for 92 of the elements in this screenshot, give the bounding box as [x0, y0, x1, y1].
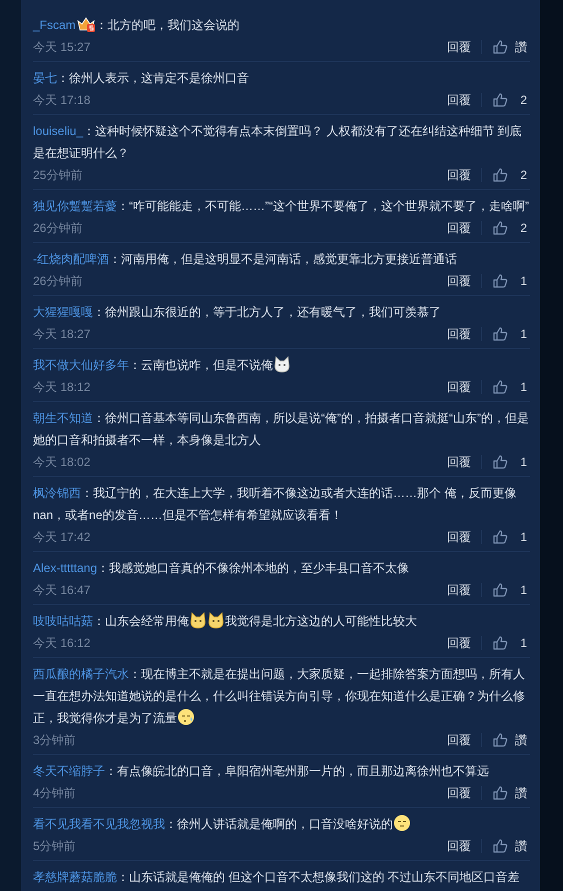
- thumbs-up-icon: [492, 838, 508, 854]
- thumbs-up-icon: [492, 379, 508, 395]
- face-icon: [393, 814, 411, 832]
- comment-text: -红烧肉配啤酒：河南用俺，但是这明显不是河南话，感觉更靠北方更接近普通话: [33, 251, 458, 268]
- username-link[interactable]: 朝生不知道: [33, 411, 93, 425]
- username-link[interactable]: 吱吱咕咕菇: [33, 614, 93, 628]
- timestamp: 今天 15:27: [33, 38, 92, 56]
- username-link[interactable]: Alex-tttttang: [33, 561, 98, 575]
- like-button[interactable]: 1: [492, 635, 530, 651]
- timestamp: 今天 16:12: [33, 634, 92, 652]
- reply-button[interactable]: 回覆: [447, 326, 471, 342]
- reply-button[interactable]: 回覆: [447, 454, 471, 470]
- like-button[interactable]: 讚: [492, 784, 530, 802]
- reply-button[interactable]: 回覆: [447, 272, 471, 290]
- reply-button[interactable]: 回覆: [447, 528, 471, 546]
- reply-button[interactable]: 回覆: [447, 38, 471, 56]
- cat-icon: [207, 611, 225, 629]
- like-button[interactable]: 1: [492, 529, 530, 545]
- like-button[interactable]: 1: [492, 582, 530, 598]
- like-button[interactable]: 2: [492, 220, 530, 236]
- reply-button[interactable]: 回覆: [447, 838, 471, 854]
- username-link[interactable]: 孝慈牌蘑菇脆脆: [33, 870, 117, 884]
- reply-button[interactable]: 回覆: [447, 582, 471, 598]
- reply-button[interactable]: 回覆: [447, 166, 471, 184]
- username-link[interactable]: 西瓜酿的橘子汽水: [33, 667, 129, 681]
- username-link[interactable]: 看不见我看不见我忽视我: [33, 817, 165, 831]
- timestamp: 今天 16:47: [33, 582, 92, 598]
- cat-icon: [273, 355, 291, 373]
- timestamp: 5分钟前: [33, 838, 77, 854]
- comment-text: 大猩猩嘎嘎：徐州跟山东很近的，等于北方人了，还有暖气了，我们可羡慕了: [33, 304, 442, 321]
- comment-text: 冬天不缩脖子：有点像皖北的口音，阜阳宿州亳州那一片的，而且那边离徐州也不算远: [33, 763, 490, 780]
- thumbs-up-icon: [492, 92, 508, 108]
- comment-text: _Fscam ：北方的吧，我们这会说的: [33, 14, 530, 36]
- timestamp: 今天 17:42: [33, 528, 92, 546]
- thumbs-up-icon: [492, 635, 508, 651]
- comment-text: Alex-tttttang：我感觉她口音真的不像徐州本地的，至少丰县口音不太像: [33, 560, 410, 577]
- timestamp: 今天 18:12: [33, 378, 92, 396]
- comment-text: 西瓜酿的橘子汽水：现在博主不就是在提出问题，大家质疑，一起排除答案方面想吗，所有人一直在想办法知道她说的是什么，什么叫往错误方向引导，你现在知道什么是正确？为什么修正，我觉得你才是为了流量: [33, 666, 526, 728]
- comment-text: 我不做大仙好多年：云南也说咋，但是不说俺: [33, 354, 530, 376]
- thumbs-up-icon: [492, 454, 508, 470]
- timestamp: 26分钟前: [33, 220, 84, 236]
- reply-button[interactable]: 回覆: [447, 92, 471, 108]
- thumbs-up-icon: [492, 582, 508, 598]
- timestamp: 3分钟前: [33, 732, 77, 748]
- thumbs-up-icon: [492, 167, 508, 183]
- comment-text: 晏七：徐州人表示，这肯定不是徐州口音: [33, 70, 250, 87]
- thumbs-up-icon: [492, 529, 508, 545]
- username-link[interactable]: 独见你蹔蹔若薆: [33, 199, 117, 213]
- thumbs-up-icon: [492, 220, 508, 236]
- reply-button[interactable]: 回覆: [447, 378, 471, 396]
- reply-button[interactable]: 回覆: [447, 634, 471, 652]
- timestamp: 今天 18:02: [33, 454, 92, 470]
- username-link[interactable]: 冬天不缩脖子: [33, 764, 105, 778]
- like-button[interactable]: 讚: [492, 838, 530, 854]
- username-link[interactable]: 晏七: [33, 71, 57, 85]
- comment-text: louiseliu_：这种时候怀疑这个不觉得有点本末倒置吗？ 人权都没有了还在纠结这种细节 到底是在想证明什么？: [33, 123, 523, 162]
- timestamp: 25分钟前: [33, 166, 84, 184]
- cat-icon: [189, 611, 207, 629]
- thumbs-up-icon: [492, 785, 508, 801]
- username-link[interactable]: 大猩猩嘎嘎: [33, 305, 93, 319]
- timestamp: 26分钟前: [33, 272, 84, 290]
- username-link[interactable]: -红烧肉配啤酒: [33, 252, 109, 266]
- like-button[interactable]: 1: [492, 273, 530, 289]
- reply-button[interactable]: 回覆: [447, 220, 471, 236]
- thumbs-up-icon: [492, 273, 508, 289]
- comment-text: 朝生不知道：徐州口音基本等同山东鲁西南，所以是说“俺”的，拍摄者口音就挺“山东”的，但是她的口音和拍摄者不一样，本身像是北方人: [33, 410, 530, 449]
- thumbs-up-icon: [492, 732, 508, 748]
- comment-text: 孝慈牌蘑菇脆脆：山东话就是俺俺的 但这个口音不太想像我们这的 不过山东不同地区口音差: [33, 869, 521, 886]
- like-button[interactable]: 1: [492, 379, 530, 395]
- thumbs-up-icon: [492, 39, 508, 55]
- username-link[interactable]: 我不做大仙好多年: [33, 358, 129, 372]
- sweat-face-icon: [177, 708, 195, 726]
- reply-button[interactable]: 回覆: [447, 784, 471, 802]
- timestamp: 4分钟前: [33, 784, 77, 802]
- crown-badge-icon: [76, 15, 96, 33]
- like-button[interactable]: 讚: [492, 732, 530, 748]
- reply-button[interactable]: 回覆: [447, 732, 471, 748]
- like-button[interactable]: 2: [492, 92, 530, 108]
- timestamp: 今天 17:18: [33, 92, 92, 108]
- comment-text: 枫泠锦西：我辽宁的，在大连上大学，我听着不像这边或者大连的话……那个 俺，反而更像nan，或者ne的发音……但是不管怎样有希望就应该看看！: [33, 485, 518, 524]
- like-button[interactable]: 1: [492, 454, 530, 470]
- thumbs-up-icon: [492, 326, 508, 342]
- comment-text: 吱吱咕咕菇：山东会经常用俺 我觉得是北方这边的人可能性比较大: [33, 610, 530, 632]
- username-link[interactable]: louiseliu_: [33, 124, 84, 138]
- like-button[interactable]: 讚: [492, 38, 530, 56]
- comment-text: 独见你蹔蹔若薆：“咋可能能走，不可能……”“这个世界不要俺了，这个世界就不要了，走啥啊”: [33, 198, 530, 215]
- comment-text: 看不见我看不见我忽视我：徐州人讲话就是俺啊的，口音没啥好说的: [33, 813, 530, 835]
- like-button[interactable]: 2: [492, 167, 530, 183]
- username-link[interactable]: 枫泠锦西: [33, 486, 81, 500]
- like-button[interactable]: 1: [492, 326, 530, 342]
- username-link[interactable]: _Fscam: [33, 18, 76, 32]
- timestamp: 今天 18:27: [33, 326, 92, 342]
